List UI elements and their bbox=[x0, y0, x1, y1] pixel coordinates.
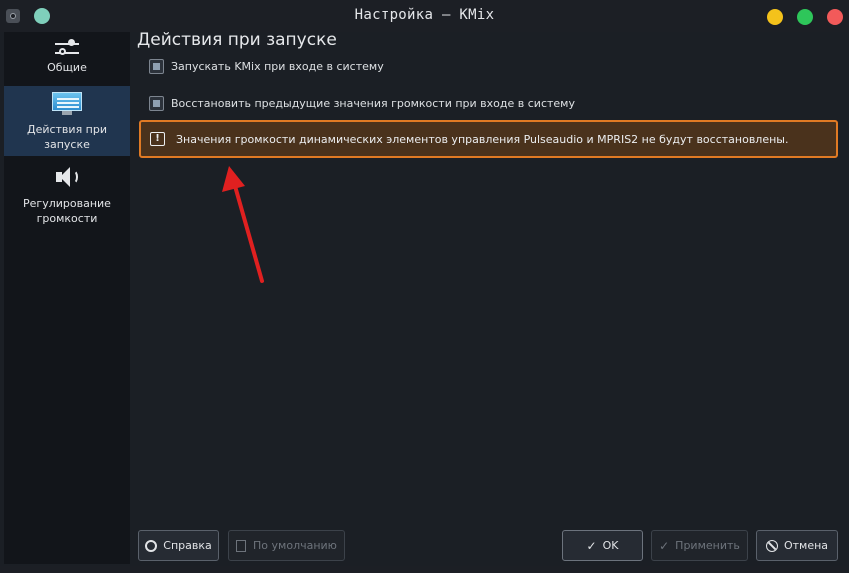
window-bottom-edge bbox=[0, 566, 849, 573]
checkmark-icon: ✓ bbox=[659, 538, 670, 553]
defaults-button[interactable]: По умолчанию bbox=[228, 530, 345, 561]
cancel-button[interactable]: Отмена bbox=[756, 530, 838, 561]
cancel-icon bbox=[765, 539, 778, 552]
help-icon bbox=[145, 539, 158, 552]
annotation-arrow bbox=[222, 166, 264, 283]
document-icon bbox=[236, 539, 247, 552]
checkmark-icon: ✓ bbox=[586, 538, 597, 553]
apply-button[interactable]: ✓ Применить bbox=[651, 530, 748, 561]
ok-button[interactable]: ✓ OK bbox=[562, 530, 643, 561]
help-button[interactable]: Справка bbox=[138, 530, 219, 561]
